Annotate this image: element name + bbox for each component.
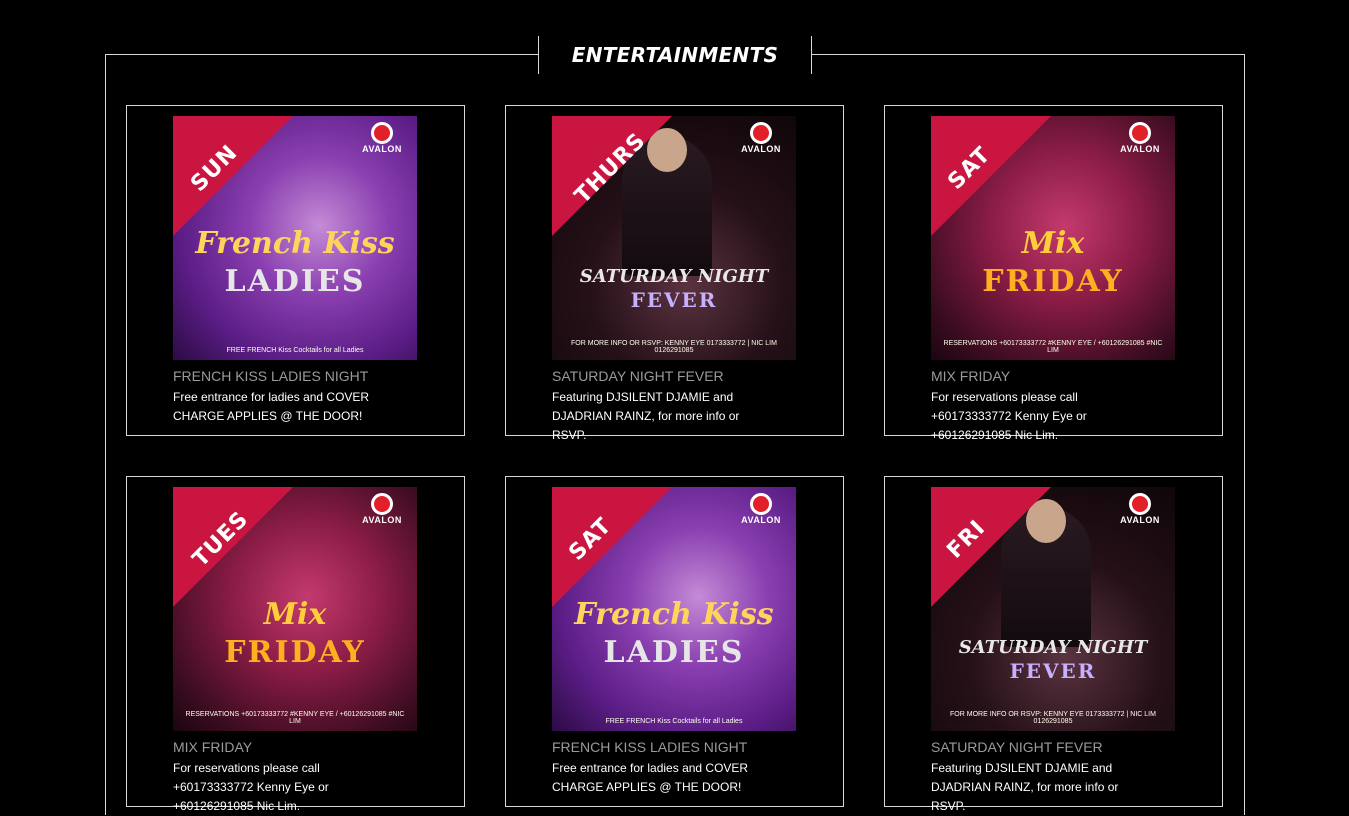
event-card[interactable]: FRI AVALON SATURDAY NIGHT FEVER FOR MORE… bbox=[884, 476, 1223, 813]
event-card[interactable]: SAT AVALON French Kiss LADIES FREE FRENC… bbox=[505, 476, 844, 807]
event-title[interactable]: SATURDAY NIGHT FEVER bbox=[552, 368, 724, 384]
avalon-logo-icon bbox=[1129, 122, 1151, 144]
event-poster-image[interactable]: TUES AVALON Mix FRIDAY RESERVATIONS +601… bbox=[173, 487, 417, 731]
poster-info: FOR MORE INFO OR RSVP: KENNY EYE 0173333… bbox=[571, 340, 777, 354]
event-title[interactable]: FRENCH KISS LADIES NIGHT bbox=[552, 739, 747, 755]
event-card[interactable]: SUN AVALON French Kiss LADIES FREE FRENC… bbox=[126, 105, 465, 436]
poster-info: FREE FRENCH Kiss Cocktails for all Ladie… bbox=[605, 718, 743, 725]
avalon-logo-text: AVALON bbox=[741, 515, 781, 525]
poster-info: FOR MORE INFO OR RSVP: KENNY EYE 0173333… bbox=[950, 711, 1156, 725]
poster-subline: FRIDAY bbox=[982, 264, 1124, 299]
avalon-logo: AVALON bbox=[736, 493, 786, 525]
poster-subline: FEVER bbox=[630, 288, 718, 312]
event-card[interactable]: TUES AVALON Mix FRIDAY RESERVATIONS +601… bbox=[126, 476, 465, 813]
poster-info: FREE FRENCH Kiss Cocktails for all Ladie… bbox=[226, 347, 364, 354]
poster-headline: Mix bbox=[263, 597, 327, 632]
section-title: ENTERTAINMENTS bbox=[571, 43, 779, 67]
avalon-logo-icon bbox=[371, 493, 393, 515]
avalon-logo-text: AVALON bbox=[1120, 144, 1160, 154]
avalon-logo: AVALON bbox=[357, 493, 407, 525]
event-title[interactable]: MIX FRIDAY bbox=[173, 739, 252, 755]
event-title[interactable]: MIX FRIDAY bbox=[931, 368, 1010, 384]
poster-headline: French Kiss bbox=[195, 226, 395, 261]
poster-subline: LADIES bbox=[603, 635, 745, 670]
section-title-box: ENTERTAINMENTS bbox=[538, 36, 812, 74]
avalon-logo-icon bbox=[750, 493, 772, 515]
poster-headline: French Kiss bbox=[574, 597, 774, 632]
day-corner-ribbon bbox=[173, 487, 293, 607]
poster-headline: SATURDAY NIGHT bbox=[579, 266, 769, 287]
avalon-logo-text: AVALON bbox=[741, 144, 781, 154]
poster-headline: SATURDAY NIGHT bbox=[958, 637, 1148, 658]
poster-headline: Mix bbox=[1021, 226, 1085, 261]
event-poster-image[interactable]: SAT AVALON Mix FRIDAY RESERVATIONS +6017… bbox=[931, 116, 1175, 360]
poster-subline: LADIES bbox=[224, 264, 366, 299]
event-description: For reservations please call +6017333377… bbox=[931, 390, 1087, 442]
event-description: Free entrance for ladies and COVER CHARG… bbox=[173, 390, 370, 423]
avalon-logo-icon bbox=[750, 122, 772, 144]
poster-info: RESERVATIONS +60173333772 #KENNY EYE / +… bbox=[185, 711, 405, 725]
event-description: Featuring DJSILENT DJAMIE and DJADRIAN R… bbox=[552, 390, 740, 442]
avalon-logo-text: AVALON bbox=[1120, 515, 1160, 525]
event-card[interactable]: SAT AVALON Mix FRIDAY RESERVATIONS +6017… bbox=[884, 105, 1223, 442]
event-poster-image[interactable]: SUN AVALON French Kiss LADIES FREE FRENC… bbox=[173, 116, 417, 360]
event-poster-image[interactable]: FRI AVALON SATURDAY NIGHT FEVER FOR MORE… bbox=[931, 487, 1175, 731]
avalon-logo: AVALON bbox=[1115, 122, 1165, 154]
poster-info: RESERVATIONS +60173333772 #KENNY EYE / +… bbox=[943, 340, 1163, 354]
avalon-logo: AVALON bbox=[357, 122, 407, 154]
event-description: Free entrance for ladies and COVER CHARG… bbox=[552, 761, 749, 794]
avalon-logo-icon bbox=[371, 122, 393, 144]
event-poster-image[interactable]: THURS AVALON SATURDAY NIGHT FEVER FOR MO… bbox=[552, 116, 796, 360]
event-title[interactable]: SATURDAY NIGHT FEVER bbox=[931, 739, 1103, 755]
event-poster-image[interactable]: SAT AVALON French Kiss LADIES FREE FRENC… bbox=[552, 487, 796, 731]
event-card[interactable]: THURS AVALON SATURDAY NIGHT FEVER FOR MO… bbox=[505, 105, 844, 442]
poster-subline: FRIDAY bbox=[224, 635, 366, 670]
event-title[interactable]: FRENCH KISS LADIES NIGHT bbox=[173, 368, 368, 384]
avalon-logo: AVALON bbox=[1115, 493, 1165, 525]
avalon-logo-text: AVALON bbox=[362, 144, 402, 154]
poster-subline: FEVER bbox=[1009, 659, 1097, 683]
avalon-logo-icon bbox=[1129, 493, 1151, 515]
avalon-logo-text: AVALON bbox=[362, 515, 402, 525]
avalon-logo: AVALON bbox=[736, 122, 786, 154]
